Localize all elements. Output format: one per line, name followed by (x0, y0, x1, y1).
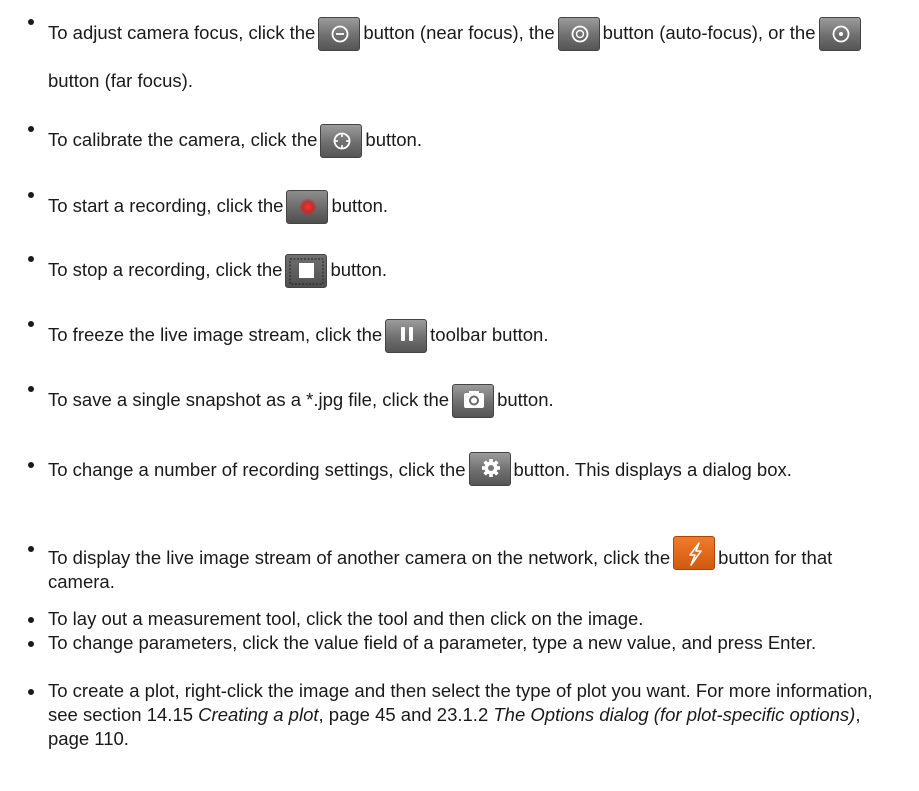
bullet-item-freeze: To freeze the live image stream, click t… (24, 311, 904, 359)
lightning-icon (689, 542, 702, 566)
calibrate-icon (334, 132, 351, 150)
stop-text-2: button. (330, 259, 388, 280)
bullet-item-calibrate: To calibrate the camera, click the butto… (24, 116, 904, 164)
calibrate-text-1: To calibrate the camera, click the (48, 129, 318, 150)
bullet-item-record: To start a recording, click the button. (24, 182, 904, 230)
snapshot-camera-icon (464, 391, 485, 409)
plot-link-creating-a-plot[interactable]: Creating a plot (198, 704, 318, 725)
calibrate-text-2: button. (365, 129, 422, 150)
measurement-text: To lay out a measurement tool, click the… (48, 608, 644, 629)
far-focus-button[interactable] (818, 17, 861, 52)
bullet-item-parameters: To change parameters, click the value fi… (24, 631, 904, 655)
other-camera-text-1: To display the live image stream of anot… (48, 547, 671, 568)
snapshot-text-1: To save a single snapshot as a *.jpg fil… (48, 389, 450, 410)
calibrate-button[interactable] (320, 124, 363, 159)
focus-text-4: button (far focus). (48, 70, 193, 91)
near-focus-button[interactable] (318, 17, 361, 52)
bullet-item-settings: To change a number of recording settings… (24, 452, 904, 486)
near-focus-icon (331, 25, 349, 43)
bullet-item-focus: To adjust camera focus, click the button… (24, 9, 904, 105)
pause-icon (401, 327, 414, 342)
settings-button[interactable] (468, 452, 511, 486)
camera-stream-button[interactable] (673, 536, 716, 570)
settings-gear-icon (481, 459, 500, 477)
pause-button[interactable] (385, 319, 428, 354)
plot-text-2: , page 45 and 23.1.2 (318, 704, 489, 725)
settings-text-1: To change a number of recording settings… (48, 459, 466, 480)
bullet-item-stop: To stop a recording, click the button. (24, 246, 904, 294)
record-icon (299, 198, 318, 217)
bullet-item-plot: To create a plot, right-click the image … (24, 679, 904, 751)
settings-text-2: button. This displays a dialog box. (513, 459, 792, 480)
snapshot-text-2: button. (497, 389, 554, 410)
bullet-item-other-camera: To display the live image stream of anot… (24, 536, 904, 594)
bullet-item-measurement: To lay out a measurement tool, click the… (24, 607, 904, 631)
record-button[interactable] (286, 190, 329, 225)
record-text-1: To start a recording, click the (48, 195, 284, 216)
bullet-item-snapshot: To save a single snapshot as a *.jpg fil… (24, 376, 904, 424)
far-focus-icon (832, 25, 849, 43)
stop-button[interactable] (285, 254, 328, 289)
stop-icon (289, 258, 324, 285)
record-text-2: button. (331, 195, 389, 216)
plot-link-options-dialog[interactable]: The Options dialog (for plot-specific op… (493, 704, 855, 725)
auto-focus-button[interactable] (557, 17, 600, 52)
focus-text-2: button (near focus), the (363, 22, 555, 43)
snapshot-button[interactable] (452, 384, 495, 419)
focus-text-1: To adjust camera focus, click the (48, 22, 316, 43)
parameters-text: To change parameters, click the value fi… (48, 632, 817, 653)
auto-focus-icon (571, 25, 589, 43)
freeze-text-2: toolbar button. (430, 324, 549, 345)
stop-text-1: To stop a recording, click the (48, 259, 283, 280)
focus-text-3: button (auto-focus), or the (602, 22, 816, 43)
freeze-text-1: To freeze the live image stream, click t… (48, 324, 383, 345)
